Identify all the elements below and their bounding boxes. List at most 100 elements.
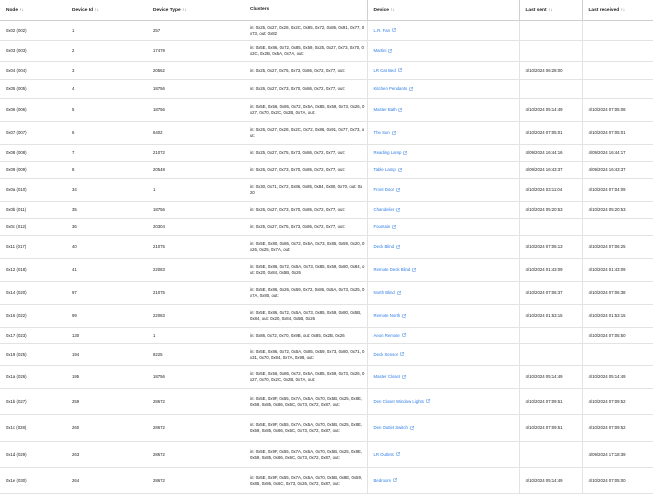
external-link-icon[interactable]	[393, 478, 397, 482]
last-received-cell: 4/09/2024 16:43:37	[581, 161, 653, 179]
external-link-icon[interactable]	[392, 224, 396, 229]
external-link-icon[interactable]	[401, 333, 406, 337]
external-link-icon[interactable]	[410, 425, 414, 430]
table-body: 0x02 (002) 1 257 in: 0x25, 0x27, 0x28, 0x2C…	[0, 20, 653, 494]
table-row: 0x1a (026) 195 18756 in: 0x5E, 0x56, 0x86, …	[0, 365, 653, 389]
last-sent-cell: 4/10/2024 01:43:09	[518, 258, 582, 282]
device-cell: LR Cat Bed	[366, 61, 519, 80]
last-received-cell: 4/10/2024 07:05:50	[581, 327, 653, 344]
device-type-cell: 257	[147, 20, 244, 41]
sort-icon[interactable]: ↑↓	[182, 7, 186, 13]
column-header-label: Node	[6, 7, 18, 13]
device-type-cell: 6402	[147, 121, 244, 145]
device-link[interactable]: Den Closet Window Lights	[374, 399, 424, 404]
external-link-icon[interactable]	[400, 352, 404, 356]
node-cell: 0x0b (011)	[0, 201, 66, 219]
table-row: 0x1e (030) 264 28672 in: 0x5E, 0x9F, 0x55, …	[0, 467, 653, 494]
column-header-last-sent[interactable]: Last sent ↑↓	[518, 0, 582, 21]
node-cell: 0x07 (007)	[0, 121, 66, 145]
external-link-icon-glyph	[397, 167, 402, 172]
device-link[interactable]: Master Closet	[374, 374, 401, 379]
clusters-cell: in: 0x5E, 0x56, 0x86, 0x72, 0x5A, 0x85, …	[244, 365, 367, 389]
sort-icon[interactable]: ↑↓	[621, 7, 625, 13]
device-link[interactable]: Remote North	[374, 313, 401, 318]
external-link-icon[interactable]	[396, 290, 401, 295]
clusters-cell: in: 0x5E, 0x86, 0x72, 0x5A, 0x73, 0x85, …	[244, 304, 367, 328]
device-id-cell: 264	[66, 467, 147, 494]
sort-icon[interactable]: ↑↓	[95, 7, 99, 13]
external-link-icon[interactable]	[391, 130, 396, 135]
last-received-cell	[581, 61, 653, 80]
sort-icon[interactable]: ↑↓	[390, 7, 394, 13]
table-row: 0x07 (007) 6 6402 in: 0x26, 0x27, 0x28, 0x2…	[0, 121, 653, 145]
external-link-icon[interactable]	[412, 267, 416, 272]
device-link[interactable]: LR Cat Bed	[374, 68, 396, 73]
device-type-cell: 20304	[147, 218, 244, 236]
external-link-icon[interactable]	[392, 28, 396, 32]
device-link[interactable]: Kitchen Pendants	[374, 86, 408, 91]
column-header-last-received[interactable]: Last received ↑↓	[581, 0, 653, 21]
device-cell: Table Lamp	[366, 161, 519, 179]
device-id-cell: 259	[66, 388, 147, 415]
device-link[interactable]: North Blind	[374, 290, 395, 295]
column-header-device-type[interactable]: Device Type ↑↓	[147, 0, 244, 21]
column-header-device[interactable]: Device ↑↓	[366, 0, 519, 21]
sort-icon[interactable]: ↑↓	[548, 7, 552, 13]
external-link-icon[interactable]	[395, 452, 400, 456]
external-link-icon[interactable]	[403, 150, 408, 155]
device-link[interactable]: Deck Sensor	[374, 352, 399, 357]
external-link-icon[interactable]	[388, 48, 393, 53]
external-link-icon[interactable]	[402, 374, 406, 379]
external-link-icon-glyph	[397, 68, 402, 72]
external-link-icon[interactable]	[397, 167, 402, 172]
clusters-cell: in: 0x25, 0x27, 0x28, 0x2C, 0x85, 0x72, …	[244, 20, 367, 41]
device-link[interactable]: The Sun	[374, 130, 390, 135]
external-link-icon[interactable]	[426, 399, 430, 403]
column-header-node[interactable]: Node ↑↓	[0, 0, 66, 21]
node-cell: 0x09 (009)	[0, 161, 66, 179]
device-link[interactable]: Den Outlet Switch	[374, 425, 408, 430]
device-link[interactable]: Table Lamp	[374, 167, 396, 172]
external-link-icon-glyph	[392, 224, 396, 229]
table-row: 0x1d (029) 263 28672 in: 0x5E, 0x9F, 0x55, …	[0, 441, 653, 468]
last-sent-cell: 4/10/2024 03:11:04	[518, 178, 582, 202]
device-link[interactable]: Chandelier	[374, 207, 395, 212]
external-link-icon[interactable]	[409, 86, 413, 91]
last-received-cell	[581, 40, 653, 62]
device-link[interactable]: L.R. Fan	[374, 28, 390, 33]
external-link-icon[interactable]	[396, 244, 400, 249]
device-cell: Deck Blind	[366, 235, 519, 259]
external-link-icon[interactable]	[402, 313, 406, 318]
external-link-icon-glyph	[396, 244, 400, 249]
column-header-device-id[interactable]: Device Id ↑↓	[66, 0, 147, 21]
sort-icon[interactable]: ↑↓	[20, 7, 24, 13]
device-link[interactable]: LR Outlets	[374, 452, 394, 457]
device-link[interactable]: Master Bath	[374, 107, 397, 112]
clusters-cell: in: 0x25, 0x27, 0x75, 0x73, 0x86, 0x72, …	[244, 218, 367, 236]
device-link[interactable]: Bedroom	[374, 478, 391, 483]
last-sent-cell	[518, 343, 582, 366]
device-link[interactable]: Remote Deck Blind	[374, 267, 411, 272]
device-link[interactable]: Aeon Remote	[374, 333, 400, 338]
device-link[interactable]: Reading Lamp	[374, 150, 402, 155]
last-received-cell: 4/10/2024 05:14:49	[581, 365, 653, 389]
last-received-cell: 4/10/2024 07:06:25	[581, 235, 653, 259]
external-link-icon-glyph	[403, 150, 408, 155]
last-received-cell: 4/10/2024 07:04:09	[581, 178, 653, 202]
device-cell: Master Closet	[366, 365, 519, 389]
external-link-icon[interactable]	[396, 207, 400, 212]
device-id-cell: 5	[66, 98, 147, 122]
device-link[interactable]: Fountain	[374, 224, 391, 229]
external-link-icon[interactable]	[398, 107, 403, 112]
device-link[interactable]: Deck Blind	[374, 244, 395, 249]
external-link-icon[interactable]	[396, 187, 400, 192]
device-link[interactable]: Front Door	[374, 187, 395, 192]
last-sent-cell: 4/10/2024 05:14:49	[518, 467, 582, 494]
device-link[interactable]: Martini	[374, 48, 387, 53]
external-link-icon[interactable]	[397, 68, 402, 72]
device-type-cell: 20548	[147, 161, 244, 179]
last-received-cell: 4/09/2024 16:44:17	[581, 144, 653, 162]
device-cell: Chandelier	[366, 201, 519, 219]
device-cell: Remote North	[366, 304, 519, 328]
device-type-cell: 18756	[147, 98, 244, 122]
